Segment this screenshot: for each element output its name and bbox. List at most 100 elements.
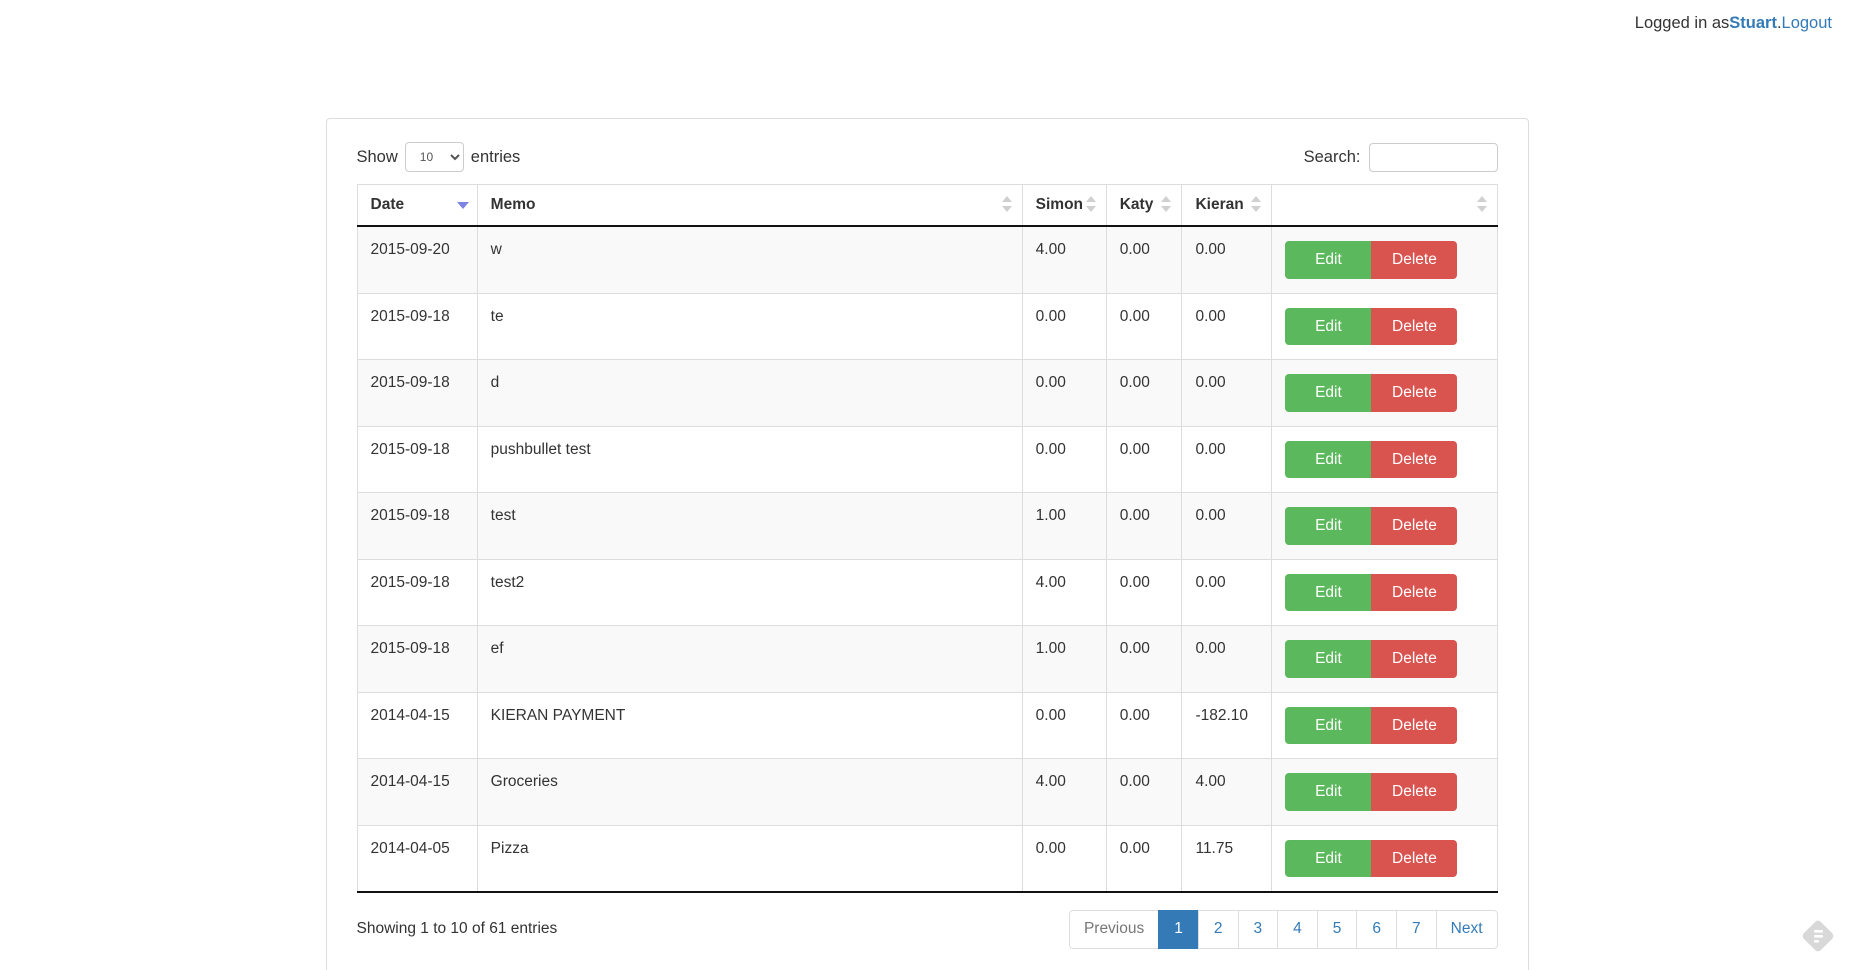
cell-katy: 0.00 [1106,758,1183,826]
row-action-group: Edit Delete [1285,706,1458,744]
cell-actions: Edit Delete [1271,559,1497,626]
column-header-memo[interactable]: Memo [477,184,1023,227]
column-header-simon[interactable]: Simon [1022,184,1107,227]
column-header-katy[interactable]: Katy [1106,184,1183,227]
delete-button[interactable]: Delete [1371,241,1458,279]
pagination-page-3[interactable]: 3 [1237,910,1278,949]
column-header-simon-label: Simon [1035,196,1084,213]
pagination-page-5[interactable]: 5 [1316,910,1357,949]
edit-button[interactable]: Edit [1285,241,1372,279]
cell-simon: 1.00 [1022,625,1107,693]
table-body: 2015-09-20 w 4.00 0.00 0.00 Edit Delete 2015-09… [357,226,1497,893]
edit-button[interactable]: Edit [1285,640,1372,678]
delete-button[interactable]: Delete [1371,573,1458,611]
cell-kieran: 0.00 [1181,293,1273,360]
table-row: 2015-09-18 test 1.00 0.00 0.00 Edit Delete [357,492,1497,560]
edit-button[interactable]: Edit [1285,839,1372,877]
cell-katy: 0.00 [1106,559,1183,626]
cell-kieran: 0.00 [1181,426,1273,493]
current-username: Stuart [1729,13,1777,32]
cell-simon: 0.00 [1022,825,1107,893]
cell-actions: Edit Delete [1271,226,1497,294]
cell-date: 2015-09-20 [357,226,478,294]
row-action-group: Edit Delete [1285,773,1458,811]
pagination: Previous 1 2 3 4 5 6 7 Next [1068,910,1498,949]
row-action-group: Edit Delete [1285,374,1458,412]
column-header-date-label: Date [370,196,405,213]
search-label: Search: [1303,147,1361,166]
transactions-table: Date Memo Simon Katy Kieran 2015-09-20 w… [356,184,1498,893]
cell-simon: 4.00 [1022,559,1107,626]
cell-simon: 4.00 [1022,758,1107,826]
cell-memo: pushbullet test [477,426,1023,493]
datatable-footer: Showing 1 to 10 of 61 entries Previous 1 2… [357,910,1498,949]
entries-info: Showing 1 to 10 of 61 entries [356,920,558,938]
cell-katy: 0.00 [1106,625,1183,693]
table-row: 2014-04-05 Pizza 0.00 0.00 11.75 Edit Delete [357,825,1497,893]
edit-button[interactable]: Edit [1285,307,1372,345]
pagination-page-4[interactable]: 4 [1277,910,1317,949]
edit-button[interactable]: Edit [1285,507,1372,545]
transactions-panel: Show 102550100 entries Search: Date Memo [325,118,1529,970]
cell-kieran: 11.75 [1181,825,1273,893]
delete-button[interactable]: Delete [1371,507,1458,545]
edit-button[interactable]: Edit [1285,706,1372,744]
delete-button[interactable]: Delete [1371,773,1458,811]
delete-button[interactable]: Delete [1371,706,1458,744]
entries-label: entries [470,147,521,166]
column-header-date[interactable]: Date [357,184,478,227]
feedback-widget-icon[interactable] [1796,914,1840,958]
cell-memo: w [477,226,1023,294]
cell-actions: Edit Delete [1271,758,1497,826]
top-user-bar: Logged in as Stuart. Logout [0,0,1854,46]
cell-simon: 0.00 [1022,359,1107,427]
table-row: 2015-09-18 ef 1.00 0.00 0.00 Edit Delete [357,625,1497,693]
table-row: 2015-09-18 d 0.00 0.00 0.00 Edit Delete [357,359,1497,427]
column-header-actions[interactable] [1271,184,1497,227]
pagination-page-1[interactable]: 1 [1158,910,1198,949]
row-action-group: Edit Delete [1285,573,1458,611]
delete-button[interactable]: Delete [1371,839,1458,877]
edit-button[interactable]: Edit [1285,440,1372,478]
cell-actions: Edit Delete [1271,625,1497,693]
cell-katy: 0.00 [1106,426,1183,493]
search-input[interactable] [1368,142,1498,172]
pagination-next[interactable]: Next [1435,910,1498,949]
cell-simon: 0.00 [1022,426,1107,493]
pagination-previous: Previous [1068,910,1159,949]
edit-button[interactable]: Edit [1285,573,1372,611]
cell-actions: Edit Delete [1271,359,1497,427]
column-header-kieran[interactable]: Kieran [1181,184,1273,227]
cell-simon: 1.00 [1022,492,1107,560]
delete-button[interactable]: Delete [1371,640,1458,678]
row-action-group: Edit Delete [1285,440,1458,478]
cell-date: 2014-04-05 [357,825,478,893]
table-head: Date Memo Simon Katy Kieran [357,184,1497,227]
row-action-group: Edit Delete [1285,839,1458,877]
pagination-page-2[interactable]: 2 [1197,910,1238,949]
delete-button[interactable]: Delete [1371,307,1458,345]
sort-icon [1085,196,1096,212]
pagination-page-7[interactable]: 7 [1396,910,1436,949]
cell-kieran: 0.00 [1181,226,1273,294]
cell-memo: test2 [477,559,1023,626]
cell-date: 2015-09-18 [357,492,478,560]
cell-katy: 0.00 [1106,692,1183,759]
pagination-page-6[interactable]: 6 [1356,910,1396,949]
column-header-katy-label: Katy [1119,196,1154,213]
cell-memo: te [477,293,1023,360]
table-header-row: Date Memo Simon Katy Kieran [357,184,1497,227]
cell-actions: Edit Delete [1271,692,1497,759]
edit-button[interactable]: Edit [1285,773,1372,811]
cell-kieran: 0.00 [1181,359,1273,427]
logged-in-label: Logged in as [1634,13,1730,32]
cell-kieran: 4.00 [1181,758,1273,826]
delete-button[interactable]: Delete [1371,374,1458,412]
edit-button[interactable]: Edit [1285,374,1372,412]
delete-button[interactable]: Delete [1371,440,1458,478]
cell-memo: test [477,492,1023,560]
show-label: Show [356,147,398,166]
entries-per-page-select[interactable]: 102550100 [404,142,464,172]
cell-date: 2015-09-18 [357,625,478,693]
logout-link[interactable]: Logout [1782,14,1832,33]
